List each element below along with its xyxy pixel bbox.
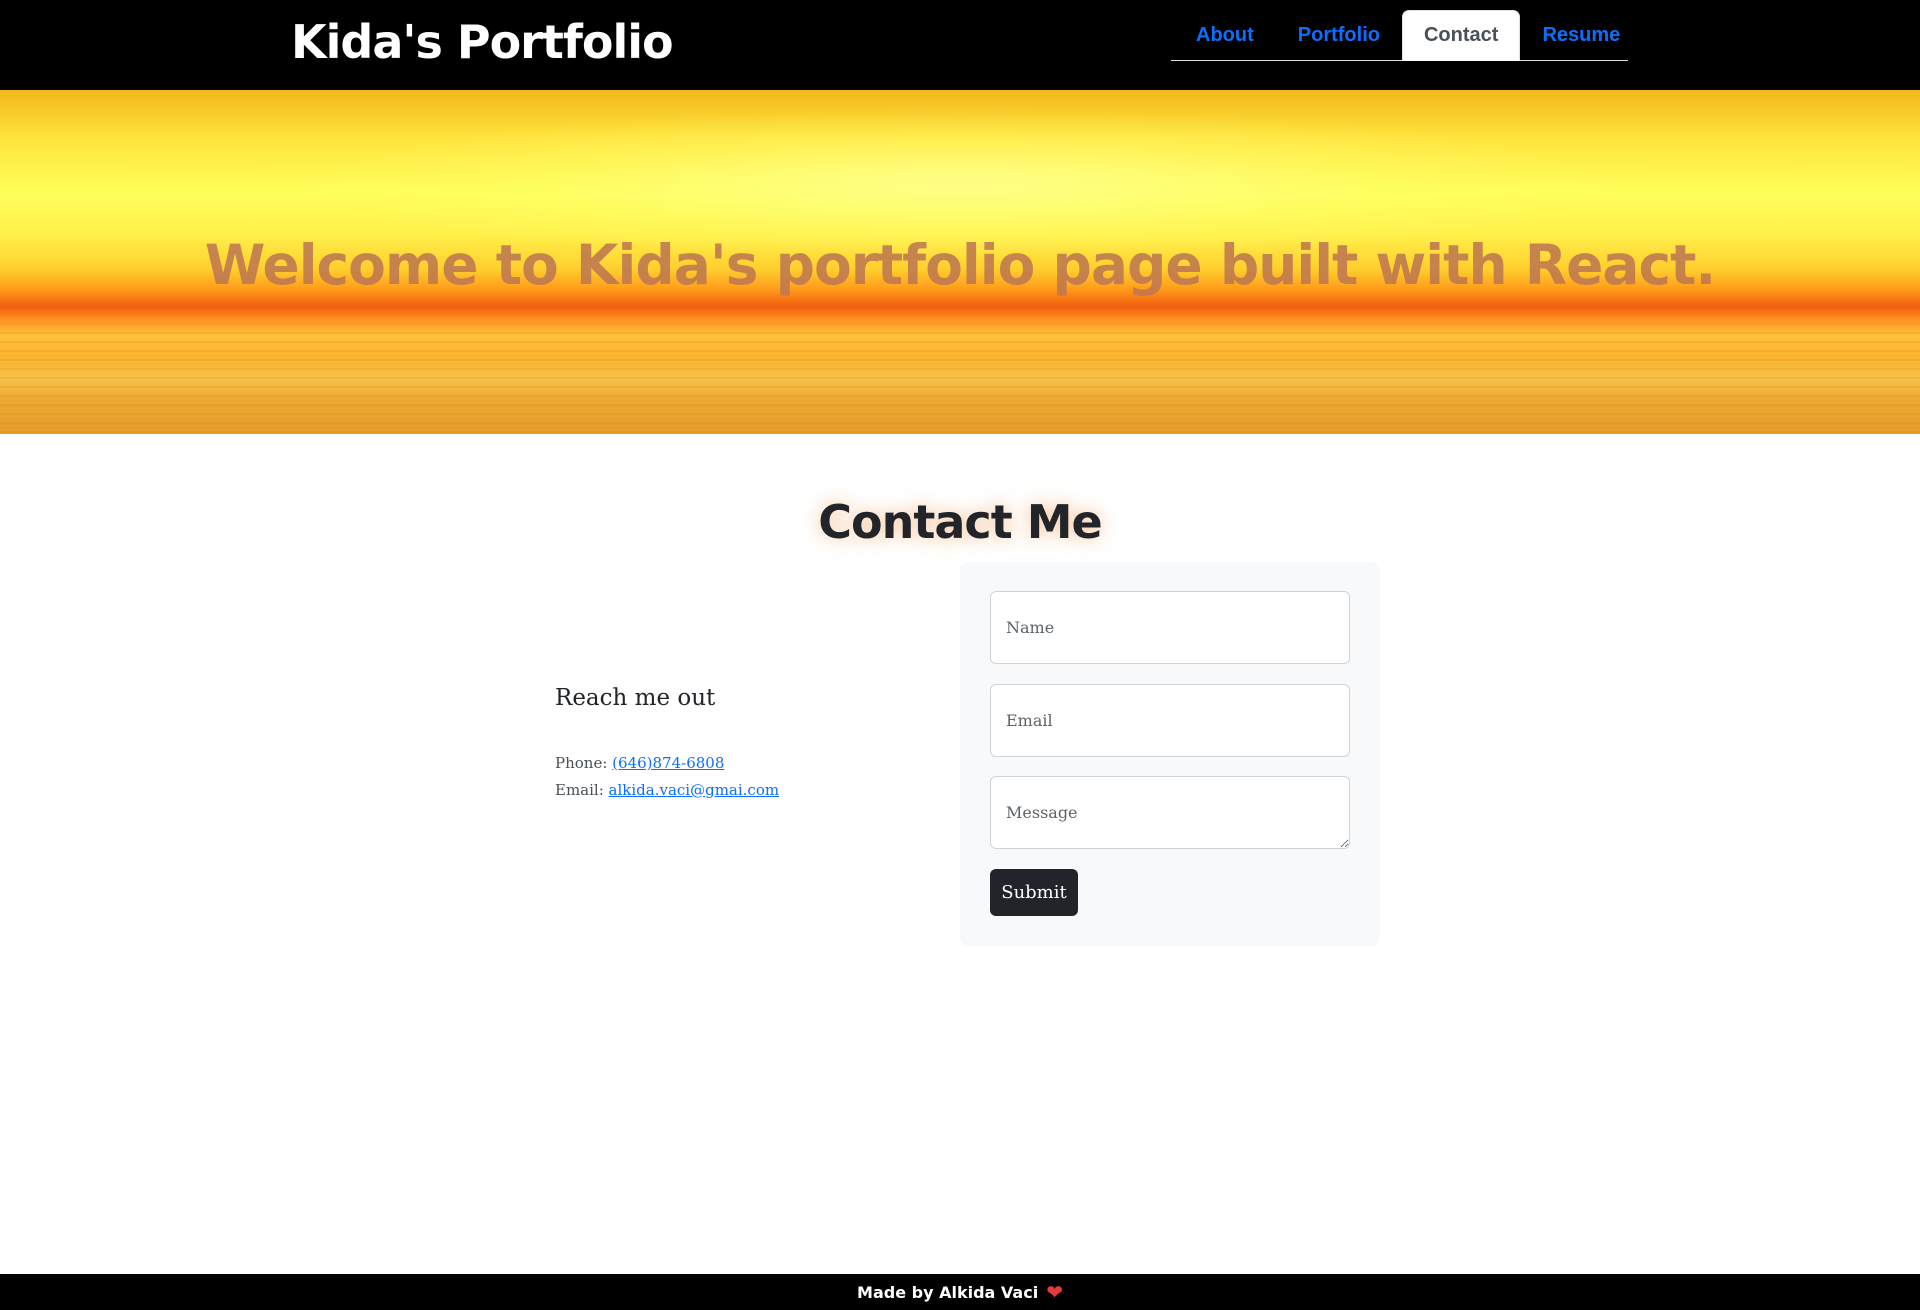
email-line: Email: alkida.vaci@gmai.com — [555, 779, 779, 801]
phone-link[interactable]: (646)874-6808 — [612, 754, 724, 772]
message-textarea[interactable] — [990, 776, 1350, 849]
sea-waves — [0, 305, 1920, 434]
reach-me-text: Reach me out — [555, 685, 716, 711]
email-link[interactable]: alkida.vaci@gmai.com — [609, 781, 780, 799]
tab-about[interactable]: About — [1174, 10, 1276, 61]
email-input[interactable] — [990, 684, 1350, 757]
tab-portfolio[interactable]: Portfolio — [1276, 10, 1402, 61]
contact-heading: Contact Me — [818, 495, 1102, 549]
nav-tabs: About Portfolio Contact Resume — [1171, 10, 1628, 61]
name-input[interactable] — [990, 591, 1350, 664]
tab-contact[interactable]: Contact — [1401, 10, 1521, 61]
footer-credit: Made by Alkida Vaci — [857, 1282, 1039, 1302]
footer: Made by Alkida Vaci ❤ — [0, 1274, 1920, 1310]
contact-form: Submit — [960, 562, 1380, 946]
phone-label: Phone: — [555, 754, 608, 772]
brand-title[interactable]: Kida's Portfolio — [291, 12, 674, 72]
submit-button[interactable]: Submit — [990, 869, 1078, 916]
email-label: Email: — [555, 781, 604, 799]
hero-title: Welcome to Kida's portfolio page built w… — [204, 233, 1717, 297]
tab-resume[interactable]: Resume — [1520, 10, 1642, 61]
heart-icon: ❤ — [1046, 1280, 1063, 1304]
hero-banner: Welcome to Kida's portfolio page built w… — [0, 90, 1920, 434]
top-navbar: Kida's Portfolio About Portfolio Contact… — [0, 0, 1920, 90]
phone-line: Phone: (646)874-6808 — [555, 752, 724, 774]
